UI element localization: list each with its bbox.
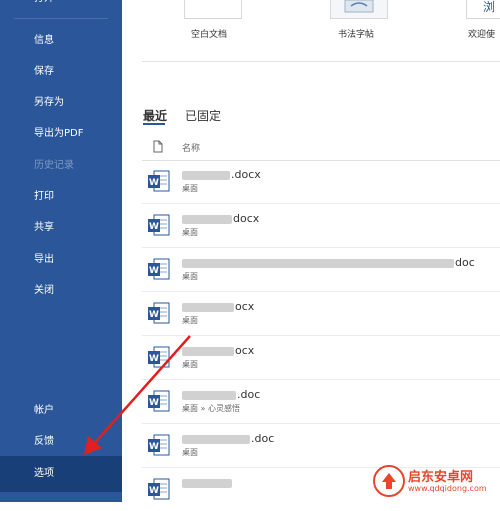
sidebar-item-print[interactable]: 打印 bbox=[0, 183, 122, 211]
word-doc-icon: W bbox=[148, 302, 170, 324]
template-welcome-thumbnail[interactable]: 浏 bbox=[466, 0, 500, 19]
template-calligraphy-thumbnail[interactable] bbox=[330, 0, 388, 19]
redacted-filename bbox=[182, 346, 234, 356]
word-doc-icon: W bbox=[148, 258, 170, 280]
svg-text:W: W bbox=[149, 442, 159, 452]
sidebar-item-history[interactable]: 历史记录 bbox=[0, 152, 122, 180]
recent-file-row[interactable]: W ocx 桌面 bbox=[142, 292, 500, 336]
recent-file-row[interactable]: W doc 桌面 bbox=[142, 248, 500, 292]
svg-text:W: W bbox=[149, 178, 159, 188]
file-name: .doc bbox=[182, 432, 274, 445]
sidebar-item-export-pdf[interactable]: 导出为PDF bbox=[0, 120, 122, 148]
svg-text:W: W bbox=[149, 486, 159, 496]
document-header-icon bbox=[153, 140, 163, 153]
recent-file-row[interactable]: W .doc 桌面 » 心灵感悟 bbox=[142, 380, 500, 424]
file-path: 桌面 bbox=[182, 448, 198, 457]
redacted-filename bbox=[182, 390, 236, 400]
file-name: ocx bbox=[182, 300, 254, 313]
svg-text:W: W bbox=[149, 310, 159, 320]
word-doc-icon: W bbox=[148, 434, 170, 456]
file-name: doc bbox=[182, 256, 475, 269]
calligraphy-preview-icon bbox=[344, 0, 374, 13]
file-name bbox=[182, 476, 233, 489]
templates-divider bbox=[142, 61, 500, 62]
redacted-filename bbox=[182, 258, 454, 268]
file-name: ocx bbox=[182, 344, 254, 357]
sidebar-item-info[interactable]: 信息 bbox=[0, 27, 122, 55]
sidebar-item-close[interactable]: 关闭 bbox=[0, 277, 122, 305]
file-path: 桌面 bbox=[182, 360, 198, 369]
site-watermark: 启东安卓网 www.qdqidong.com bbox=[370, 463, 500, 499]
sidebar-item-save[interactable]: 保存 bbox=[0, 58, 122, 86]
word-doc-icon: W bbox=[148, 170, 170, 192]
redacted-filename bbox=[182, 478, 232, 488]
tab-recent[interactable]: 最近 bbox=[143, 107, 167, 124]
backstage-sidebar: 打开 信息 保存 另存为 导出为PDF 历史记录 打印 共享 导出 关闭 帐户 … bbox=[0, 0, 122, 502]
redacted-filename bbox=[182, 214, 232, 224]
file-path: 桌面 bbox=[182, 272, 198, 281]
word-doc-icon: W bbox=[148, 478, 170, 500]
sidebar-item-account[interactable]: 帐户 bbox=[0, 397, 122, 425]
sidebar-item-open[interactable]: 打开 bbox=[0, 0, 122, 13]
file-path: 桌面 bbox=[182, 184, 198, 193]
file-name: .doc bbox=[182, 388, 260, 401]
tab-recent-underline bbox=[143, 123, 165, 125]
watermark-logo-icon bbox=[373, 465, 405, 497]
sidebar-item-feedback[interactable]: 反馈 bbox=[0, 428, 122, 456]
svg-text:W: W bbox=[149, 266, 159, 276]
file-path: 桌面 bbox=[182, 316, 198, 325]
word-doc-icon: W bbox=[148, 390, 170, 412]
recent-file-row[interactable]: W .docx 桌面 bbox=[142, 160, 500, 204]
word-doc-icon: W bbox=[148, 346, 170, 368]
tab-pinned[interactable]: 已固定 bbox=[185, 107, 221, 124]
redacted-filename bbox=[182, 170, 230, 180]
column-header-name[interactable]: 名称 bbox=[182, 141, 200, 154]
svg-text:W: W bbox=[149, 354, 159, 364]
template-calligraphy-label[interactable]: 书法字帖 bbox=[338, 27, 374, 40]
recent-file-row[interactable]: W .doc 桌面 bbox=[142, 424, 500, 468]
sidebar-item-options[interactable]: 选项 bbox=[0, 456, 122, 492]
watermark-title: 启东安卓网 bbox=[408, 470, 474, 485]
sidebar-item-export[interactable]: 导出 bbox=[0, 246, 122, 274]
word-doc-icon: W bbox=[148, 214, 170, 236]
recent-file-row[interactable]: W docx 桌面 bbox=[142, 204, 500, 248]
template-welcome-label[interactable]: 欢迎使 bbox=[468, 27, 495, 40]
template-blank-label[interactable]: 空白文档 bbox=[191, 27, 227, 40]
sidebar-item-save-as[interactable]: 另存为 bbox=[0, 89, 122, 117]
template-welcome-thumb-text: 浏 bbox=[483, 0, 496, 14]
sidebar-item-share[interactable]: 共享 bbox=[0, 214, 122, 242]
redacted-filename bbox=[182, 434, 250, 444]
recent-file-row[interactable]: W ocx 桌面 bbox=[142, 336, 500, 380]
redacted-filename bbox=[182, 302, 234, 312]
template-blank-thumbnail[interactable] bbox=[184, 0, 242, 19]
svg-text:W: W bbox=[149, 222, 159, 232]
file-path: 桌面 bbox=[182, 228, 198, 237]
file-name: docx bbox=[182, 212, 259, 225]
file-name: .docx bbox=[182, 168, 261, 181]
sidebar-divider bbox=[14, 18, 108, 19]
svg-text:W: W bbox=[149, 398, 159, 408]
file-path: 桌面 » 心灵感悟 bbox=[182, 404, 240, 413]
watermark-url: www.qdqidong.com bbox=[408, 484, 487, 493]
